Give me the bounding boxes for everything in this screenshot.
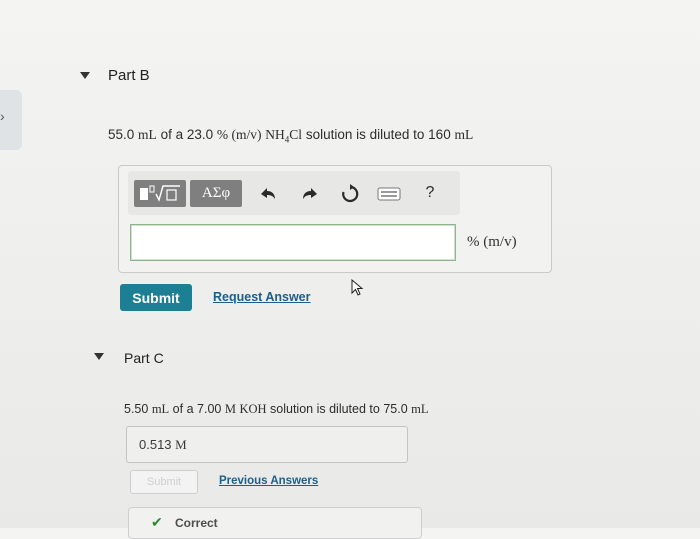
part-b-final-volume: 160 bbox=[428, 127, 451, 142]
part-b-percent-unit: % (m/v) bbox=[216, 127, 262, 142]
math-toolbar: ΑΣφ ? bbox=[128, 171, 460, 215]
part-b-of-a: of a bbox=[160, 127, 184, 142]
part-b-percent: 23.0 bbox=[186, 127, 214, 142]
part-c-title: Part C bbox=[124, 350, 164, 366]
part-b-final-unit: mL bbox=[454, 127, 474, 142]
checkmark-icon: ✔ bbox=[151, 514, 163, 530]
percent-answer-input[interactable] bbox=[130, 224, 456, 261]
redo-icon[interactable] bbox=[298, 183, 322, 205]
part-c-final-volume: 75.0 bbox=[383, 402, 408, 416]
part-c-answer-value: 0.513 M bbox=[139, 437, 187, 452]
part-b-problem-text: 55.0 mL of a 23.0 % (m/v) NH4Cl solution… bbox=[108, 127, 473, 145]
templates-button[interactable] bbox=[134, 180, 186, 207]
greek-symbols-button[interactable]: ΑΣφ bbox=[190, 180, 242, 207]
submit-button[interactable]: Submit bbox=[120, 284, 192, 311]
part-c-problem-text: 5.50 mL of a 7.00 M KOH solution is dilu… bbox=[124, 402, 429, 417]
part-b-volume-unit: mL bbox=[138, 127, 157, 142]
part-c-volume-unit: mL bbox=[151, 402, 170, 416]
part-b-title: Part B bbox=[108, 67, 150, 84]
reset-icon[interactable] bbox=[338, 182, 362, 206]
part-c-molarity: 7.00 bbox=[197, 402, 222, 416]
answer-unit-label: % (m/v) bbox=[467, 234, 517, 250]
part-b-volume: 55.0 bbox=[108, 127, 135, 142]
part-c-compound: KOH bbox=[239, 402, 267, 416]
part-c-molarity-unit: M bbox=[224, 402, 236, 416]
left-side-tab[interactable]: › bbox=[0, 90, 22, 150]
templates-icon bbox=[140, 184, 180, 202]
mouse-cursor-icon bbox=[351, 279, 364, 296]
part-c-of-a: of a bbox=[172, 402, 194, 416]
undo-icon[interactable] bbox=[256, 183, 280, 205]
part-b-collapse-caret-icon[interactable] bbox=[80, 72, 90, 79]
help-button[interactable]: ? bbox=[420, 182, 440, 204]
part-c-submit-button-disabled[interactable]: Submit bbox=[130, 470, 198, 494]
previous-answers-link[interactable]: Previous Answers bbox=[219, 475, 318, 487]
correct-feedback-box: ✔ Correct bbox=[128, 507, 422, 539]
request-answer-link[interactable]: Request Answer bbox=[213, 290, 310, 304]
part-c-volume: 5.50 bbox=[124, 402, 149, 416]
part-c-collapse-caret-icon[interactable] bbox=[94, 353, 104, 360]
part-b-compound: NH4Cl bbox=[265, 127, 303, 145]
chevron-left-icon: › bbox=[0, 108, 5, 124]
part-c-final-unit: mL bbox=[411, 402, 429, 416]
part-b-diluted-text: solution is diluted to bbox=[305, 127, 425, 142]
part-c-diluted-text: solution is diluted to bbox=[270, 402, 380, 416]
keyboard-icon[interactable] bbox=[376, 185, 402, 203]
part-c-answer-field[interactable]: 0.513 M bbox=[126, 426, 408, 463]
